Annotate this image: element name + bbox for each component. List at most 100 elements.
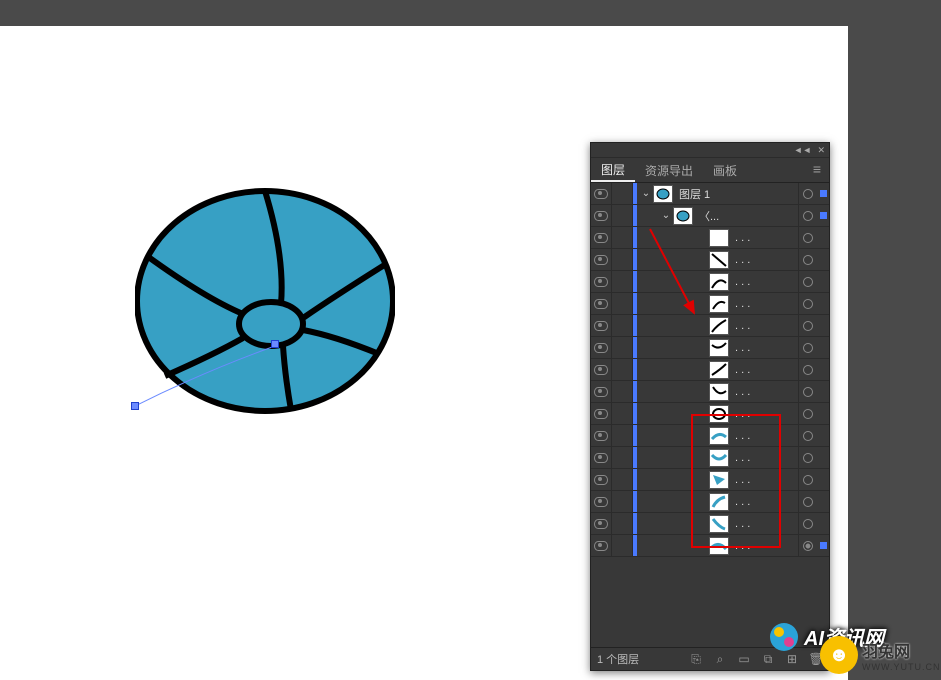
anchor-point[interactable]	[131, 402, 139, 410]
target-icon[interactable]	[798, 315, 817, 336]
layer-row-path[interactable]: . . .	[591, 359, 829, 381]
selection-indicator[interactable]	[817, 403, 829, 424]
layer-label[interactable]: . . .	[733, 540, 798, 552]
lock-toggle[interactable]	[612, 293, 633, 314]
selection-indicator[interactable]	[817, 249, 829, 270]
visibility-toggle[interactable]	[591, 513, 612, 534]
layer-label[interactable]: 图层 1	[677, 186, 798, 202]
tab-asset-export[interactable]: 资源导出	[635, 158, 703, 182]
lock-toggle[interactable]	[612, 535, 633, 556]
lock-toggle[interactable]	[612, 469, 633, 490]
layer-label[interactable]: . . .	[733, 496, 798, 508]
layer-label[interactable]: . . .	[733, 320, 798, 332]
layer-row-path[interactable]: . . .	[591, 491, 829, 513]
target-icon[interactable]	[798, 535, 817, 556]
layer-label[interactable]: . . .	[733, 232, 798, 244]
lock-toggle[interactable]	[612, 513, 633, 534]
layer-label[interactable]: . . .	[733, 408, 798, 420]
visibility-toggle[interactable]	[591, 205, 612, 226]
target-icon[interactable]	[798, 491, 817, 512]
layer-row-path[interactable]: . . .	[591, 425, 829, 447]
target-icon[interactable]	[798, 227, 817, 248]
delete-layer-icon[interactable]: 🗑	[809, 652, 823, 666]
search-icon[interactable]: ⌕	[713, 652, 727, 666]
layer-row-path[interactable]: . . .	[591, 293, 829, 315]
layer-label[interactable]: . . .	[733, 386, 798, 398]
layer-label[interactable]: . . .	[733, 254, 798, 266]
layer-row-path[interactable]: . . .	[591, 469, 829, 491]
layer-row-path[interactable]: . . .	[591, 535, 829, 557]
layer-row-path[interactable]: . . .	[591, 227, 829, 249]
selection-indicator[interactable]	[817, 381, 829, 402]
expand-toggle[interactable]: ⌄	[661, 210, 671, 221]
visibility-toggle[interactable]	[591, 337, 612, 358]
tab-layers[interactable]: 图层	[591, 158, 635, 182]
target-icon[interactable]	[798, 447, 817, 468]
selection-indicator[interactable]	[817, 227, 829, 248]
target-icon[interactable]	[798, 381, 817, 402]
selection-indicator[interactable]	[817, 359, 829, 380]
layer-label[interactable]: . . .	[733, 518, 798, 530]
lock-toggle[interactable]	[612, 491, 633, 512]
locate-object-icon[interactable]: ⎘	[689, 652, 703, 666]
artwork-beach-ball[interactable]	[135, 186, 395, 426]
layer-row-path[interactable]: . . .	[591, 271, 829, 293]
visibility-toggle[interactable]	[591, 381, 612, 402]
visibility-toggle[interactable]	[591, 227, 612, 248]
lock-toggle[interactable]	[612, 447, 633, 468]
selection-indicator[interactable]	[817, 271, 829, 292]
lock-toggle[interactable]	[612, 271, 633, 292]
visibility-toggle[interactable]	[591, 293, 612, 314]
visibility-toggle[interactable]	[591, 469, 612, 490]
selection-indicator[interactable]	[817, 425, 829, 446]
target-icon[interactable]	[798, 425, 817, 446]
layer-row-group[interactable]: ⌄ 〈...	[591, 205, 829, 227]
visibility-toggle[interactable]	[591, 249, 612, 270]
lock-toggle[interactable]	[612, 425, 633, 446]
layer-row-path[interactable]: . . .	[591, 337, 829, 359]
collapse-icon[interactable]: ◄◄	[794, 145, 812, 155]
visibility-toggle[interactable]	[591, 315, 612, 336]
target-icon[interactable]	[798, 403, 817, 424]
visibility-toggle[interactable]	[591, 535, 612, 556]
selection-indicator[interactable]	[817, 535, 829, 556]
target-icon[interactable]	[798, 183, 817, 204]
layer-label[interactable]: . . .	[733, 298, 798, 310]
layer-label[interactable]: . . .	[733, 430, 798, 442]
layer-row-path[interactable]: . . .	[591, 249, 829, 271]
lock-toggle[interactable]	[612, 227, 633, 248]
target-icon[interactable]	[798, 359, 817, 380]
tab-artboards[interactable]: 画板	[703, 158, 747, 182]
layer-label[interactable]: . . .	[733, 452, 798, 464]
make-clip-icon[interactable]: ▭	[737, 652, 751, 666]
target-icon[interactable]	[798, 271, 817, 292]
expand-toggle[interactable]: ⌄	[641, 188, 651, 199]
panel-menu-icon[interactable]: ≡	[809, 162, 825, 178]
lock-toggle[interactable]	[612, 381, 633, 402]
layer-row-main[interactable]: ⌄ 图层 1	[591, 183, 829, 205]
layer-row-path[interactable]: . . .	[591, 513, 829, 535]
target-icon[interactable]	[798, 249, 817, 270]
layer-row-path[interactable]: . . .	[591, 315, 829, 337]
layer-row-path[interactable]: . . .	[591, 381, 829, 403]
visibility-toggle[interactable]	[591, 425, 612, 446]
lock-toggle[interactable]	[612, 205, 633, 226]
lock-toggle[interactable]	[612, 315, 633, 336]
visibility-toggle[interactable]	[591, 403, 612, 424]
target-icon[interactable]	[798, 469, 817, 490]
selection-indicator[interactable]	[817, 293, 829, 314]
selection-indicator[interactable]	[817, 447, 829, 468]
lock-toggle[interactable]	[612, 249, 633, 270]
layer-label[interactable]: . . .	[733, 276, 798, 288]
new-sublayer-icon[interactable]: ⧉	[761, 652, 775, 666]
layer-label[interactable]: . . .	[733, 474, 798, 486]
close-icon[interactable]: ✕	[817, 145, 825, 156]
new-layer-icon[interactable]: ⊞	[785, 652, 799, 666]
target-icon[interactable]	[798, 337, 817, 358]
selection-indicator[interactable]	[817, 337, 829, 358]
visibility-toggle[interactable]	[591, 359, 612, 380]
visibility-toggle[interactable]	[591, 271, 612, 292]
lock-toggle[interactable]	[612, 337, 633, 358]
lock-toggle[interactable]	[612, 359, 633, 380]
visibility-toggle[interactable]	[591, 447, 612, 468]
